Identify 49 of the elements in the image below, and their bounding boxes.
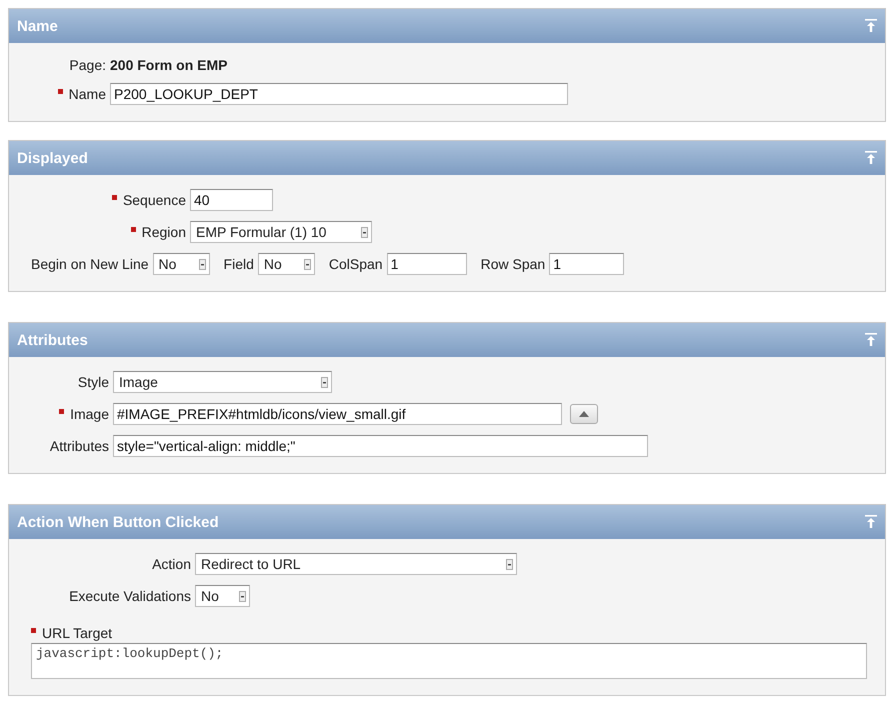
field-label: Page:: [69, 57, 106, 73]
field-label: ColSpan: [328, 256, 383, 272]
dropdown-icon: [361, 226, 368, 238]
triangle-up-icon: [579, 411, 589, 417]
input-field[interactable]: style="vertical-align: middle;": [113, 435, 648, 457]
input-field[interactable]: 1: [386, 253, 467, 275]
collapse-icon[interactable]: [865, 333, 877, 347]
input-field[interactable]: 40: [190, 189, 273, 211]
section-title: Displayed: [17, 150, 88, 166]
textarea-field[interactable]: javascript:lookupDept();: [31, 643, 867, 679]
dropdown-icon: [304, 258, 311, 270]
field-label: Attributes: [50, 438, 109, 454]
field-label: Execute Validations: [69, 588, 191, 604]
input-field[interactable]: #IMAGE_PREFIX#htmldb/icons/view_small.gif: [113, 403, 562, 425]
select-field[interactable]: Redirect to URL: [195, 553, 517, 575]
section-title: Attributes: [17, 332, 88, 348]
input-field[interactable]: 1: [549, 253, 624, 275]
select-field[interactable]: No: [152, 253, 210, 275]
select-field[interactable]: No: [195, 585, 250, 607]
input-field[interactable]: P200_LOOKUP_DEPT: [110, 83, 568, 105]
required-icon: [112, 194, 117, 200]
field-label: Image: [70, 406, 109, 422]
select-field[interactable]: EMP Formular (1) 10: [190, 221, 372, 243]
picker-button[interactable]: [570, 404, 598, 424]
page-value: 200 Form on EMP: [110, 57, 228, 73]
required-icon: [59, 408, 64, 414]
dropdown-icon: [506, 558, 513, 570]
required-icon: [31, 628, 36, 632]
field-label: Style: [78, 374, 109, 390]
field-label: Action: [152, 556, 191, 572]
field-label: Row Span: [480, 256, 546, 272]
required-icon: [130, 226, 136, 232]
field-label: Begin on New Line: [31, 256, 149, 272]
field-label: Field: [224, 256, 254, 272]
dropdown-icon: [239, 590, 246, 602]
field-label: URL Target: [42, 625, 112, 641]
collapse-icon[interactable]: [865, 515, 877, 529]
select-field[interactable]: Image: [113, 371, 332, 393]
collapse-icon[interactable]: [865, 151, 877, 165]
field-label: Sequence: [122, 192, 186, 208]
dropdown-icon: [198, 258, 206, 270]
collapse-icon[interactable]: [865, 19, 877, 33]
section-title: Name: [17, 18, 58, 34]
required-icon: [58, 88, 63, 94]
field-label: Region: [142, 224, 186, 240]
field-label: Name: [68, 86, 106, 102]
select-field[interactable]: No: [258, 253, 315, 275]
dropdown-icon: [321, 376, 328, 388]
section-title: Action When Button Clicked: [17, 514, 219, 530]
